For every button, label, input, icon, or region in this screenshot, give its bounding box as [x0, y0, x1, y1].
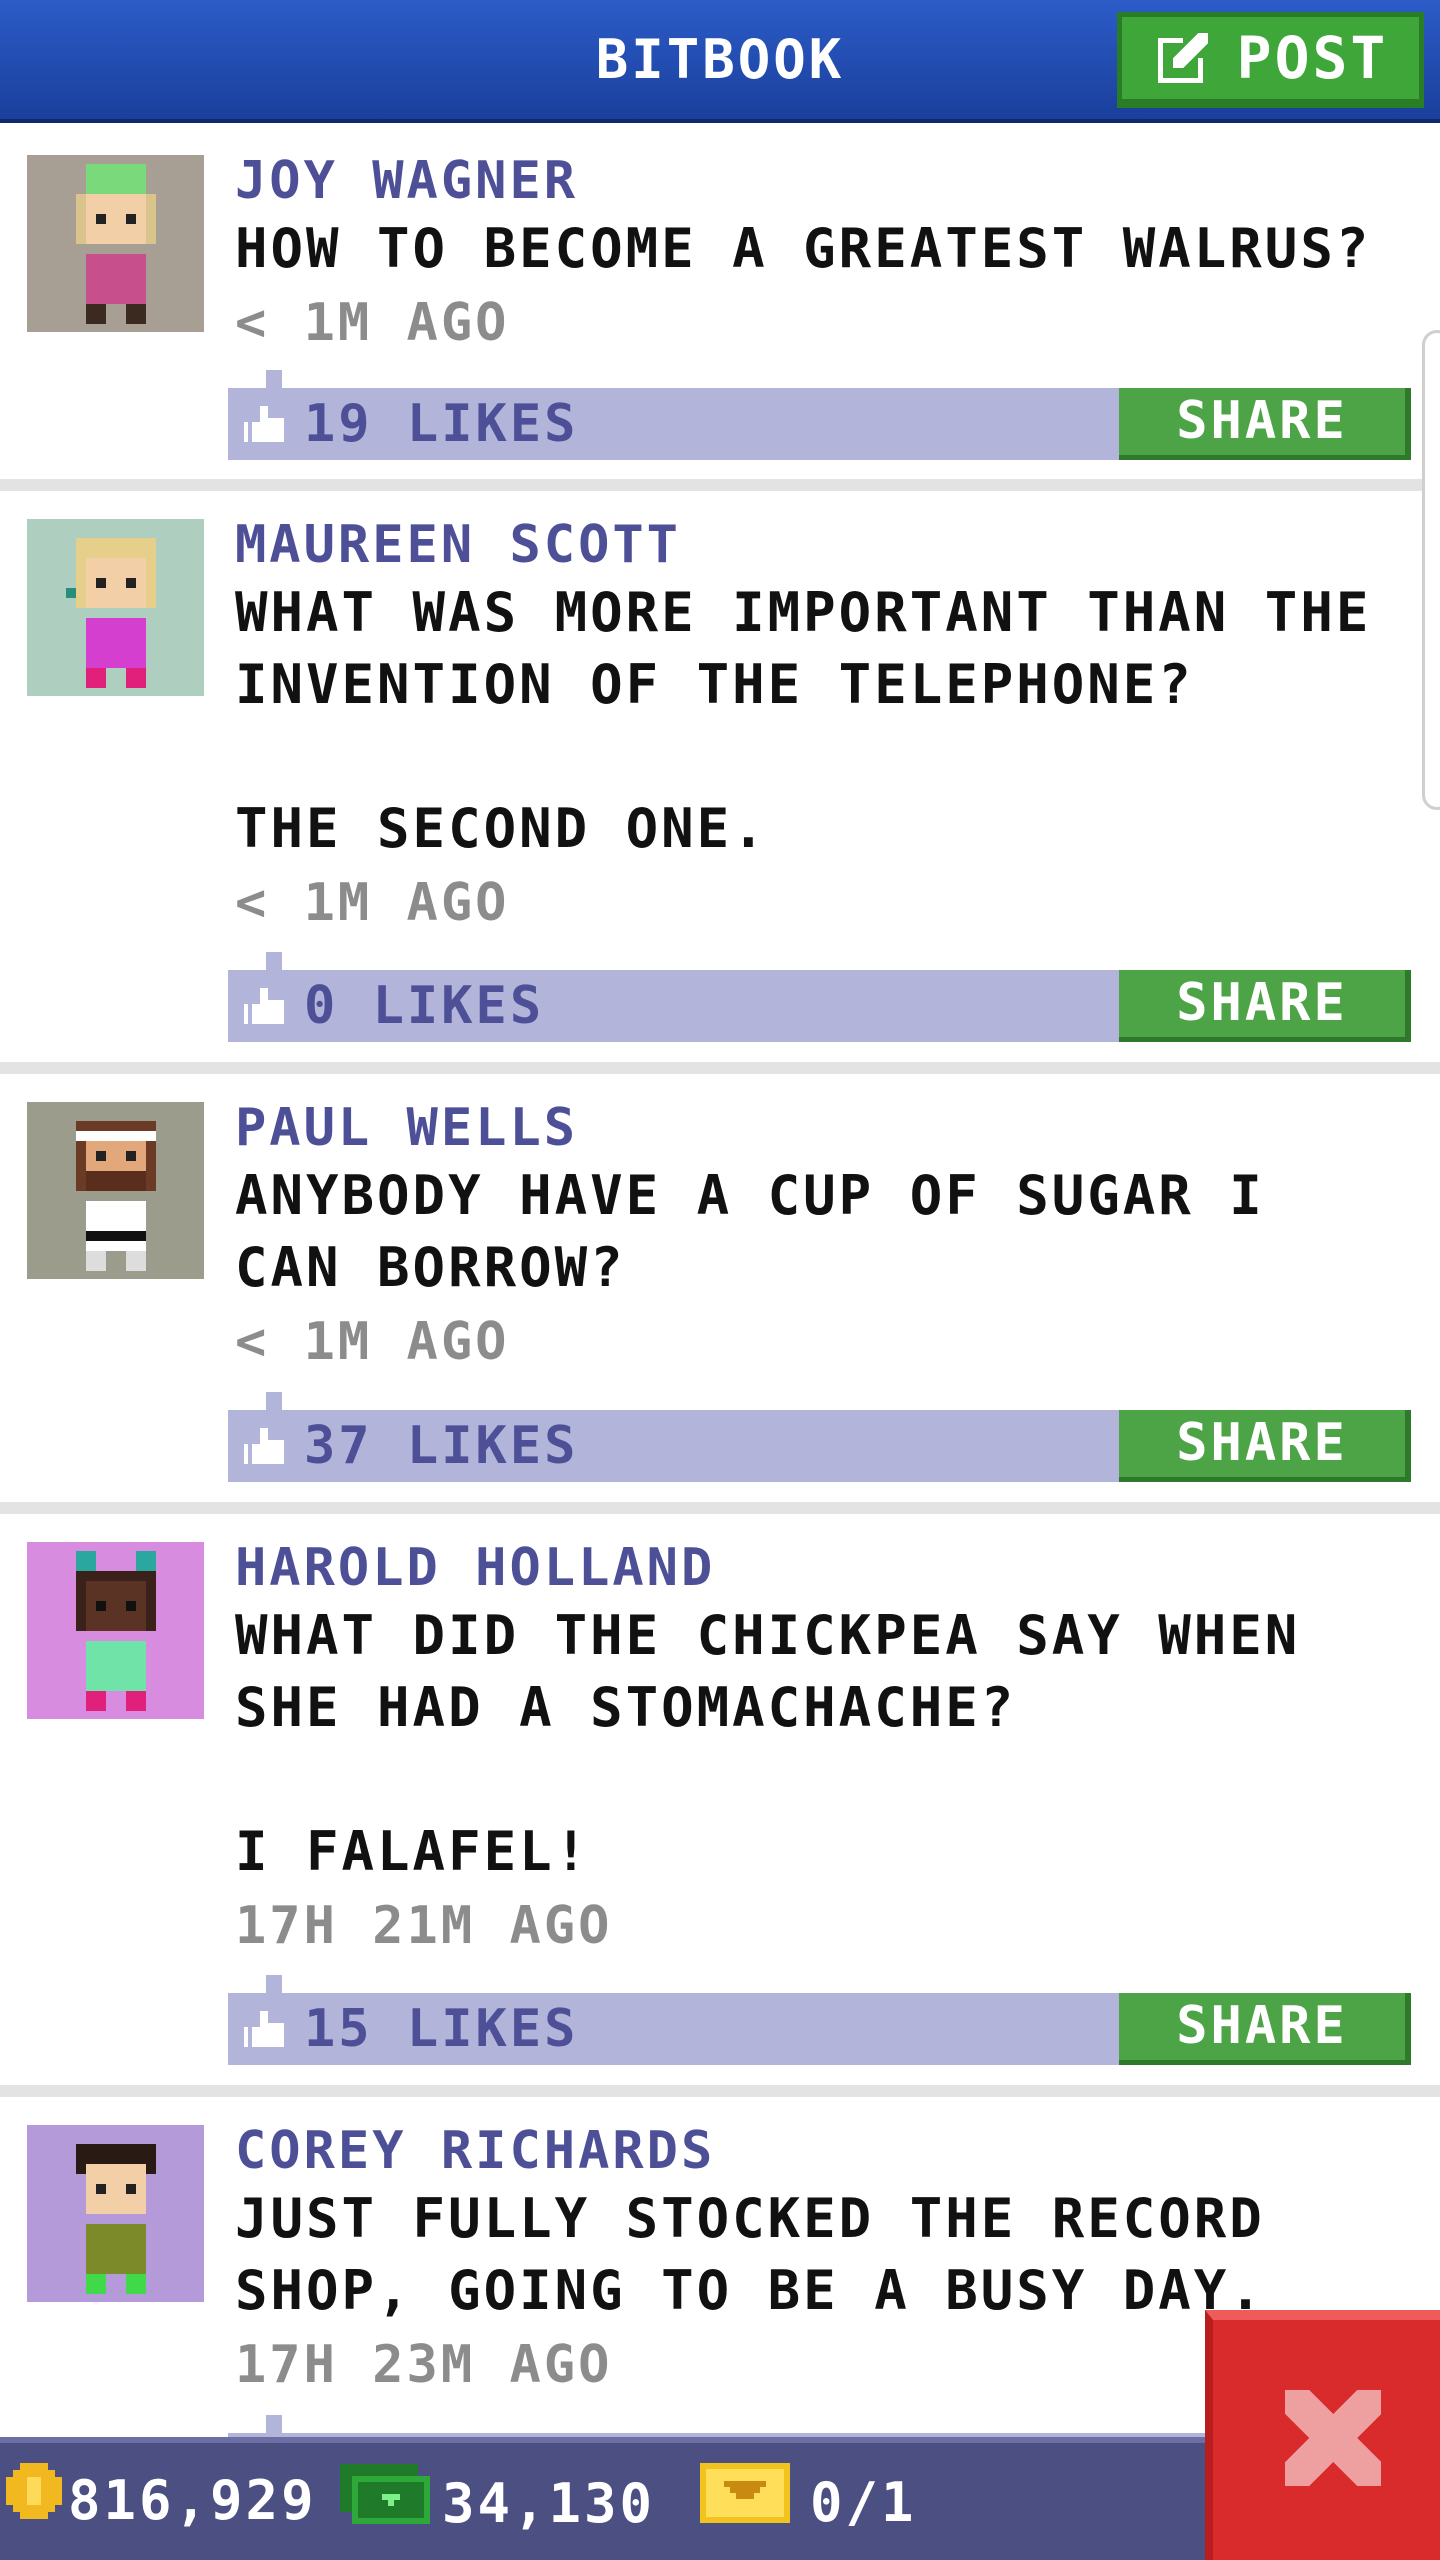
like-bar-notch	[266, 2415, 282, 2433]
post-author[interactable]: PAUL WELLS	[235, 1096, 578, 1160]
avatar	[27, 2125, 204, 2302]
post-message: WHAT WAS MORE IMPORTANT THAN THE INVENTI…	[235, 581, 1372, 860]
like-bar: 19 LIKES SHARE	[228, 370, 1411, 460]
ticket-icon	[700, 2463, 790, 2543]
post-message: ANYBODY HAVE A CUP OF SUGAR I CAN BORROW…	[235, 1164, 1301, 1299]
feed-post: PAUL WELLS ANYBODY HAVE A CUP OF SUGAR I…	[0, 1074, 1440, 1514]
like-bar-notch	[266, 1975, 282, 1993]
thumbs-up-icon[interactable]	[244, 2011, 284, 2051]
post-time: < 1M AGO	[235, 873, 510, 933]
avatar	[27, 1102, 204, 1279]
feed-post: HAROLD HOLLAND WHAT DID THE CHICKPEA SAY…	[0, 1514, 1440, 2097]
coins-value: 816,929	[68, 2469, 317, 2532]
feed-post: JOY WAGNER HOW TO BECOME A GREATEST WALR…	[0, 127, 1440, 491]
share-button[interactable]: SHARE	[1119, 1410, 1411, 1482]
like-bar: 0 LIKES SHARE	[228, 952, 1411, 1042]
post-button[interactable]: POST	[1117, 12, 1424, 108]
close-button[interactable]	[1205, 2310, 1440, 2560]
coins-display: 816,929	[6, 2463, 317, 2539]
post-button-label: POST	[1236, 24, 1389, 92]
likes-count: 0 LIKES	[304, 976, 545, 1036]
thumbs-up-icon[interactable]	[244, 406, 284, 446]
bux-display: 34,130	[340, 2463, 655, 2545]
app-header: BITBOOK POST	[0, 0, 1440, 123]
post-author[interactable]: JOY WAGNER	[235, 149, 578, 213]
share-button[interactable]: SHARE	[1119, 1993, 1411, 2065]
likes-count: 19 LIKES	[304, 394, 579, 454]
tickets-display: 0/1	[700, 2463, 917, 2543]
edit-icon	[1153, 28, 1213, 88]
post-time: < 1M AGO	[235, 1312, 510, 1372]
likes-count: 37 LIKES	[304, 1416, 579, 1476]
post-author[interactable]: HAROLD HOLLAND	[235, 1536, 715, 1600]
bux-value: 34,130	[442, 2472, 656, 2535]
like-bar-notch	[266, 370, 282, 388]
likes-count: 15 LIKES	[304, 1999, 579, 2059]
close-icon	[1267, 2378, 1387, 2502]
tickets-value: 0/1	[810, 2471, 917, 2534]
thumbs-up-icon[interactable]	[244, 1428, 284, 1468]
post-message: WHAT DID THE CHICKPEA SAY WHEN SHE HAD A…	[235, 1604, 1301, 1883]
post-time: < 1M AGO	[235, 293, 510, 353]
like-bar-notch	[266, 952, 282, 970]
avatar	[27, 155, 204, 332]
post-time: 17H 23M AGO	[235, 2335, 613, 2395]
like-bar: 15 LIKES SHARE	[228, 1975, 1411, 2065]
feed-list[interactable]: JOY WAGNER HOW TO BECOME A GREATEST WALR…	[0, 127, 1440, 2437]
share-button[interactable]: SHARE	[1119, 970, 1411, 1042]
post-time: 17H 21M AGO	[235, 1896, 613, 1956]
thumbs-up-icon[interactable]	[244, 988, 284, 1028]
post-author[interactable]: MAUREEN SCOTT	[235, 513, 681, 577]
post-message: HOW TO BECOME A GREATEST WALRUS?	[235, 217, 1372, 280]
post-author[interactable]: COREY RICHARDS	[235, 2119, 715, 2183]
share-button[interactable]: SHARE	[1119, 388, 1411, 460]
feed-post: MAUREEN SCOTT WHAT WAS MORE IMPORTANT TH…	[0, 491, 1440, 1074]
scrollbar[interactable]	[1422, 330, 1440, 810]
coin-icon	[6, 2463, 62, 2539]
avatar	[27, 1542, 204, 1719]
avatar	[27, 519, 204, 696]
bux-icon	[340, 2463, 430, 2545]
like-bar-notch	[266, 1392, 282, 1410]
post-message: JUST FULLY STOCKED THE RECORD SHOP, GOIN…	[235, 2187, 1301, 2322]
like-bar: 37 LIKES SHARE	[228, 1392, 1411, 1482]
